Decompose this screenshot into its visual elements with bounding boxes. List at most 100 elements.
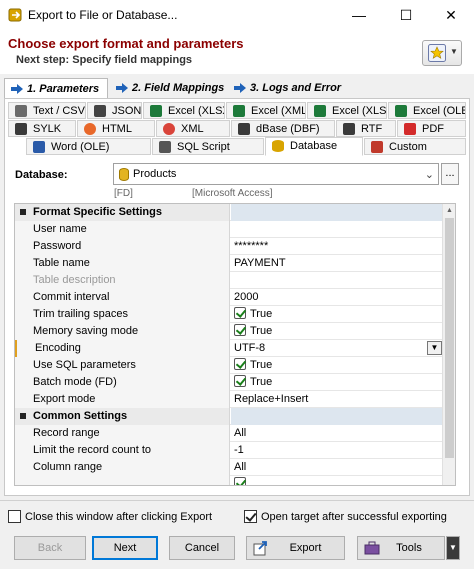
grid-row-value[interactable]: Replace+Insert [231,391,442,408]
export-button-label: Export [289,542,322,554]
open-target-label: Open target after successful exporting [261,511,447,523]
grid-row-use-sql-parameters[interactable]: Use SQL parameters True [15,357,442,374]
tab-xml[interactable]: XML [156,120,230,137]
tab-sylk[interactable]: SYLK [8,120,76,137]
cancel-button-label: Cancel [184,542,220,554]
grid-scrollbar[interactable]: ▲ [442,204,455,485]
chevron-down-icon: ⌄ [424,169,434,181]
tools-button[interactable]: Tools [357,536,445,560]
grid-row-commit-interval[interactable]: Commit interval 2000 [15,289,442,306]
encoding-value[interactable]: UTF-8 [234,342,265,354]
grid-row-batch-mode[interactable]: Batch mode (FD) True [15,374,442,391]
tab-text-csv[interactable]: Text / CSV [8,102,86,119]
step-field-mappings[interactable]: 2. Field Mappings [110,78,226,98]
tab-dbase-dbf[interactable]: dBase (DBF) [231,120,335,137]
tab-database[interactable]: Database [265,137,363,156]
scroll-up-icon[interactable]: ▲ [443,204,455,217]
database-browse-button[interactable]: ... [441,163,459,185]
tab-excel-xlsx[interactable]: Excel (XLSX) [143,102,225,119]
grid-row-record-range[interactable]: Record range All [15,425,442,442]
grid-row-value[interactable]: PAYMENT [231,255,442,272]
tab-html[interactable]: HTML [77,120,155,137]
database-select[interactable]: Products ⌄ [113,163,439,185]
grid-row-value[interactable] [231,221,442,238]
tab-word-ole[interactable]: Word (OLE) [26,138,151,155]
grid-row-encoding[interactable]: Encoding UTF-8 ▼ [15,340,442,357]
open-target-option[interactable]: Open target after successful exporting [244,510,447,523]
wizard-steps: 1. Parameters 2. Field Mappings 3. Logs … [0,78,474,114]
grid-row-table-description: Table description [15,272,442,289]
grid-row-value[interactable]: All [231,425,442,442]
tab-sql-script[interactable]: SQL Script [152,138,264,155]
grid-category-format-specific[interactable]: Format Specific Settings [15,204,442,221]
excel-icon [150,105,162,117]
minimize-button[interactable]: — [336,0,382,30]
export-icon [253,541,267,556]
next-step-hint: Next step: Specify field mappings [16,54,193,66]
grid-row-export-mode[interactable]: Export mode Replace+Insert [15,391,442,408]
grid-row-password[interactable]: Password ******** [15,238,442,255]
chrome-icon [163,123,175,135]
page-title: Choose export format and parameters [8,36,244,51]
open-target-checkbox[interactable] [244,510,257,523]
grid-row-memory-saving-mode[interactable]: Memory saving mode True [15,323,442,340]
checkbox-icon[interactable] [234,324,246,336]
footer-bar: Close this window after clicking Export … [0,500,474,569]
tab-excel-ole[interactable]: Excel (OLE) [388,102,466,119]
next-button[interactable]: Next [92,536,158,560]
grid-row-name: Memory saving mode [15,323,230,340]
pencil-icon [371,141,383,153]
tab-json[interactable]: JSON [87,102,142,119]
grid-category-common-settings[interactable]: Common Settings [15,408,442,425]
checkbox-icon[interactable] [234,307,246,319]
star-icon [428,44,446,62]
grid-row-column-range[interactable]: Column range All [15,459,442,476]
tab-pdf[interactable]: PDF [397,120,466,137]
grid-row-trim-trailing-spaces[interactable]: Trim trailing spaces True [15,306,442,323]
close-after-export-option[interactable]: Close this window after clicking Export [8,510,212,523]
grid-row-name: Record range [15,425,230,442]
tab-excel-xls[interactable]: Excel (XLS) [307,102,387,119]
grid-row-value[interactable]: All [231,459,442,476]
step-logs-error-handling[interactable]: 3. Logs and Error Handling [228,78,388,114]
back-button[interactable]: Back [14,536,86,560]
maximize-button[interactable]: ☐ [383,0,429,30]
database-driver-hint: [FD] [114,188,133,199]
tools-button-label: Tools [396,542,422,554]
dbase-icon [238,123,250,135]
tab-rtf[interactable]: RTF [336,120,396,137]
tab-excel-xml[interactable]: Excel (XML) [226,102,306,119]
grid-row-name: Format Specific Settings [33,206,162,218]
chevron-down-icon[interactable]: ▼ [427,341,442,355]
tab-custom[interactable]: Custom [364,138,466,155]
scrollbar-thumb[interactable] [445,218,454,458]
title-bar: Export to File or Database... — ☐ ✕ [0,0,474,30]
database-icon [272,140,284,152]
checkbox-icon[interactable] [234,477,246,485]
grid-row-value[interactable]: ******** [231,238,442,255]
database-label: Database: [15,169,68,181]
step-parameters[interactable]: 1. Parameters [4,78,108,98]
header: Choose export format and parameters Next… [0,30,474,74]
checkbox-icon[interactable] [234,375,246,387]
grid-row-value: True [250,359,273,371]
html-icon [84,123,96,135]
excel-icon [233,105,245,117]
export-button[interactable]: Export [246,536,345,560]
favorites-button[interactable]: ▼ [422,40,462,66]
cancel-button[interactable]: Cancel [169,536,235,560]
tools-dropdown-button[interactable]: ▼ [446,536,460,560]
close-window-button[interactable]: ✕ [428,0,474,30]
database-icon [119,168,129,181]
grid-row-user-name[interactable]: User name [15,221,442,238]
grid-row-value: True [250,325,273,337]
grid-row-partial[interactable] [15,476,442,485]
grid-row-value[interactable]: -1 [231,442,442,459]
word-icon [33,141,45,153]
grid-row-value[interactable]: 2000 [231,289,442,306]
grid-row-limit-record-count[interactable]: Limit the record count to -1 [15,442,442,459]
grid-row-name: Use SQL parameters [15,357,230,374]
grid-row-table-name[interactable]: Table name PAYMENT [15,255,442,272]
checkbox-icon[interactable] [234,358,246,370]
close-after-export-checkbox[interactable] [8,510,21,523]
